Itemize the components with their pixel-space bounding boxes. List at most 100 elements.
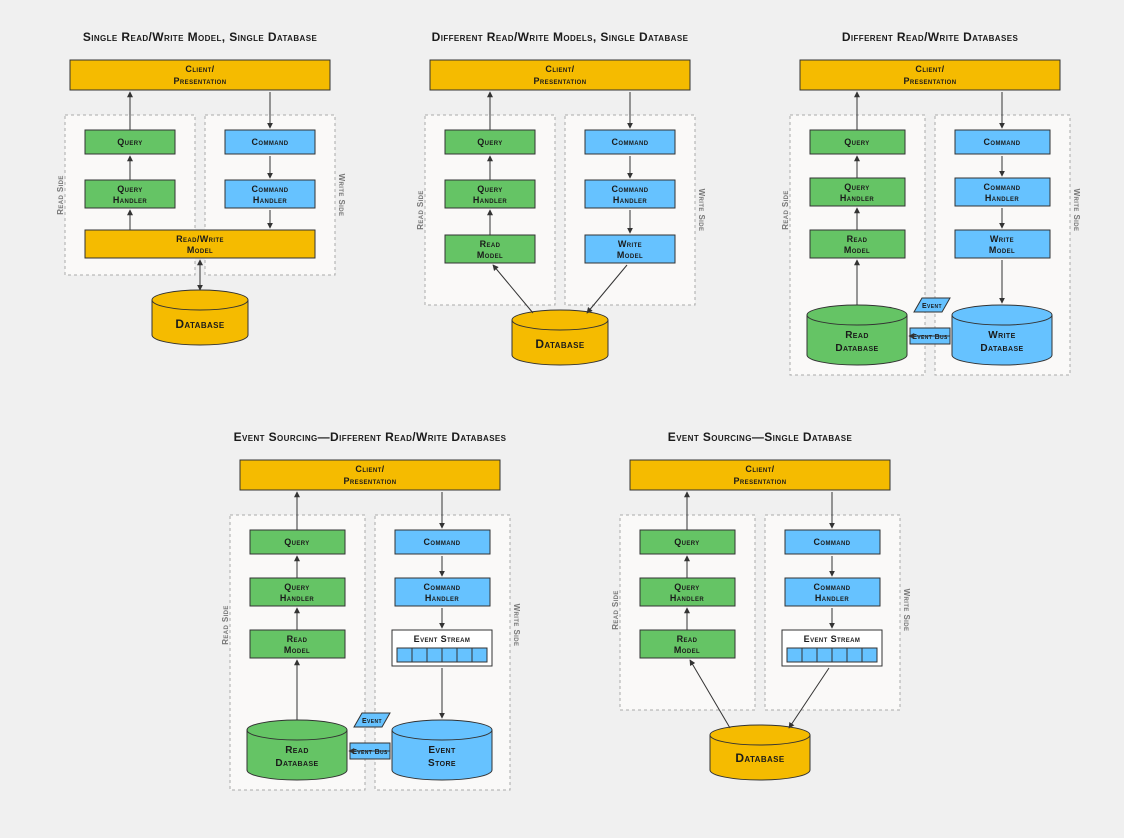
diagram-5-svg: Client/ Presentation Read Side Write Sid… <box>590 450 930 820</box>
svg-text:Query: Query <box>844 137 869 147</box>
svg-text:Handler: Handler <box>473 195 508 205</box>
svg-text:Model: Model <box>284 645 310 655</box>
svg-text:Command: Command <box>612 184 649 194</box>
svg-text:Query: Query <box>117 184 142 194</box>
svg-text:Client/: Client/ <box>185 64 214 74</box>
svg-text:Model: Model <box>989 245 1015 255</box>
svg-text:Model: Model <box>187 245 213 255</box>
database-cylinder: Database <box>512 310 608 365</box>
svg-text:Write Side: Write Side <box>1072 189 1081 232</box>
svg-text:Database: Database <box>275 758 318 769</box>
svg-text:Handler: Handler <box>253 195 288 205</box>
database-cylinder: Database <box>710 725 810 780</box>
svg-text:Read Side: Read Side <box>611 590 620 630</box>
svg-text:Command: Command <box>252 184 289 194</box>
svg-text:Database: Database <box>735 751 785 765</box>
svg-text:Read: Read <box>285 745 309 756</box>
read-database-cylinder: Read Database <box>807 305 907 365</box>
svg-text:Handler: Handler <box>425 593 460 603</box>
svg-text:Write: Write <box>618 239 642 249</box>
diagram-3-svg: Client/ Presentation Read Side Write Sid… <box>760 50 1100 420</box>
svg-text:Query: Query <box>284 582 309 592</box>
svg-text:Model: Model <box>674 645 700 655</box>
svg-text:Handler: Handler <box>113 195 148 205</box>
svg-text:Query: Query <box>674 537 699 547</box>
diagram-3-title: Different Read/Write Databases <box>760 30 1100 44</box>
svg-text:Write Side: Write Side <box>337 174 346 217</box>
svg-text:Event Bus: Event Bus <box>912 334 948 341</box>
svg-text:Database: Database <box>535 337 585 351</box>
svg-text:Query: Query <box>844 182 869 192</box>
diagram-1-svg: Client/ Presentation Read Side Write Sid… <box>40 50 360 380</box>
database-cylinder: Database <box>152 290 248 345</box>
svg-text:Handler: Handler <box>613 195 648 205</box>
svg-text:Store: Store <box>428 758 456 769</box>
diagram-2: Different Read/Write Models, Single Data… <box>400 30 720 400</box>
svg-text:Database: Database <box>835 343 878 354</box>
svg-text:Model: Model <box>617 250 643 260</box>
svg-text:Handler: Handler <box>985 193 1020 203</box>
svg-text:Handler: Handler <box>280 593 315 603</box>
svg-text:Presentation: Presentation <box>734 476 787 486</box>
svg-text:Command: Command <box>814 537 851 547</box>
svg-text:Client/: Client/ <box>545 64 574 74</box>
svg-text:Model: Model <box>844 245 870 255</box>
diagram-4-svg: Client/ Presentation Read Side Write Sid… <box>200 450 540 830</box>
svg-text:Read/Write: Read/Write <box>176 234 224 244</box>
svg-text:Event Stream: Event Stream <box>414 634 471 644</box>
svg-text:Presentation: Presentation <box>534 76 587 86</box>
svg-text:Command: Command <box>612 137 649 147</box>
diagram-3: Different Read/Write Databases Client/ P… <box>760 30 1100 420</box>
write-database-cylinder: Write Database <box>952 305 1052 365</box>
svg-text:Client/: Client/ <box>745 464 774 474</box>
diagram-4-title: Event Sourcing—Different Read/Write Data… <box>200 430 540 444</box>
svg-text:Model: Model <box>477 250 503 260</box>
svg-text:Database: Database <box>980 343 1023 354</box>
svg-text:Command: Command <box>424 582 461 592</box>
svg-text:Command: Command <box>984 182 1021 192</box>
svg-text:Presentation: Presentation <box>904 76 957 86</box>
svg-text:Handler: Handler <box>840 193 875 203</box>
svg-text:Command: Command <box>252 137 289 147</box>
svg-text:Read: Read <box>287 634 308 644</box>
svg-text:Read: Read <box>480 239 501 249</box>
diagram-4: Event Sourcing—Different Read/Write Data… <box>200 430 540 830</box>
svg-text:Client/: Client/ <box>355 464 384 474</box>
svg-text:Write: Write <box>990 234 1014 244</box>
diagram-2-svg: Client/ Presentation Read Side Write Sid… <box>400 50 720 400</box>
svg-text:Read Side: Read Side <box>56 175 65 215</box>
svg-text:Read Side: Read Side <box>416 190 425 230</box>
svg-text:Read Side: Read Side <box>781 190 790 230</box>
svg-text:Query: Query <box>477 137 502 147</box>
svg-text:Event: Event <box>922 303 942 310</box>
svg-text:Event Stream: Event Stream <box>804 634 861 644</box>
svg-text:Read: Read <box>847 234 868 244</box>
svg-text:Query: Query <box>477 184 502 194</box>
diagram-1-title: Single Read/Write Model, Single Database <box>40 30 360 44</box>
svg-text:Handler: Handler <box>670 593 705 603</box>
svg-text:Query: Query <box>117 137 142 147</box>
svg-text:Read Side: Read Side <box>221 605 230 645</box>
svg-text:Command: Command <box>424 537 461 547</box>
svg-text:Database: Database <box>175 317 225 331</box>
svg-text:Event: Event <box>428 745 456 756</box>
svg-text:Write Side: Write Side <box>697 189 706 232</box>
svg-text:Event Bus: Event Bus <box>352 749 388 756</box>
svg-text:Client/: Client/ <box>915 64 944 74</box>
svg-text:Write: Write <box>988 330 1015 341</box>
svg-text:Command: Command <box>814 582 851 592</box>
svg-text:Presentation: Presentation <box>174 76 227 86</box>
svg-text:Handler: Handler <box>815 593 850 603</box>
diagram-2-title: Different Read/Write Models, Single Data… <box>400 30 720 44</box>
svg-text:Read: Read <box>677 634 698 644</box>
svg-text:Read: Read <box>845 330 869 341</box>
read-database-cylinder: Read Database <box>247 720 347 780</box>
diagram-canvas: Single Read/Write Model, Single Database… <box>0 0 1124 838</box>
svg-text:Command: Command <box>984 137 1021 147</box>
svg-text:Query: Query <box>284 537 309 547</box>
diagram-5-title: Event Sourcing—Single Database <box>590 430 930 444</box>
diagram-5: Event Sourcing—Single Database Client/ P… <box>590 430 930 820</box>
svg-text:Event: Event <box>362 718 382 725</box>
svg-text:Write Side: Write Side <box>902 589 911 632</box>
event-store-cylinder: Event Store <box>392 720 492 780</box>
